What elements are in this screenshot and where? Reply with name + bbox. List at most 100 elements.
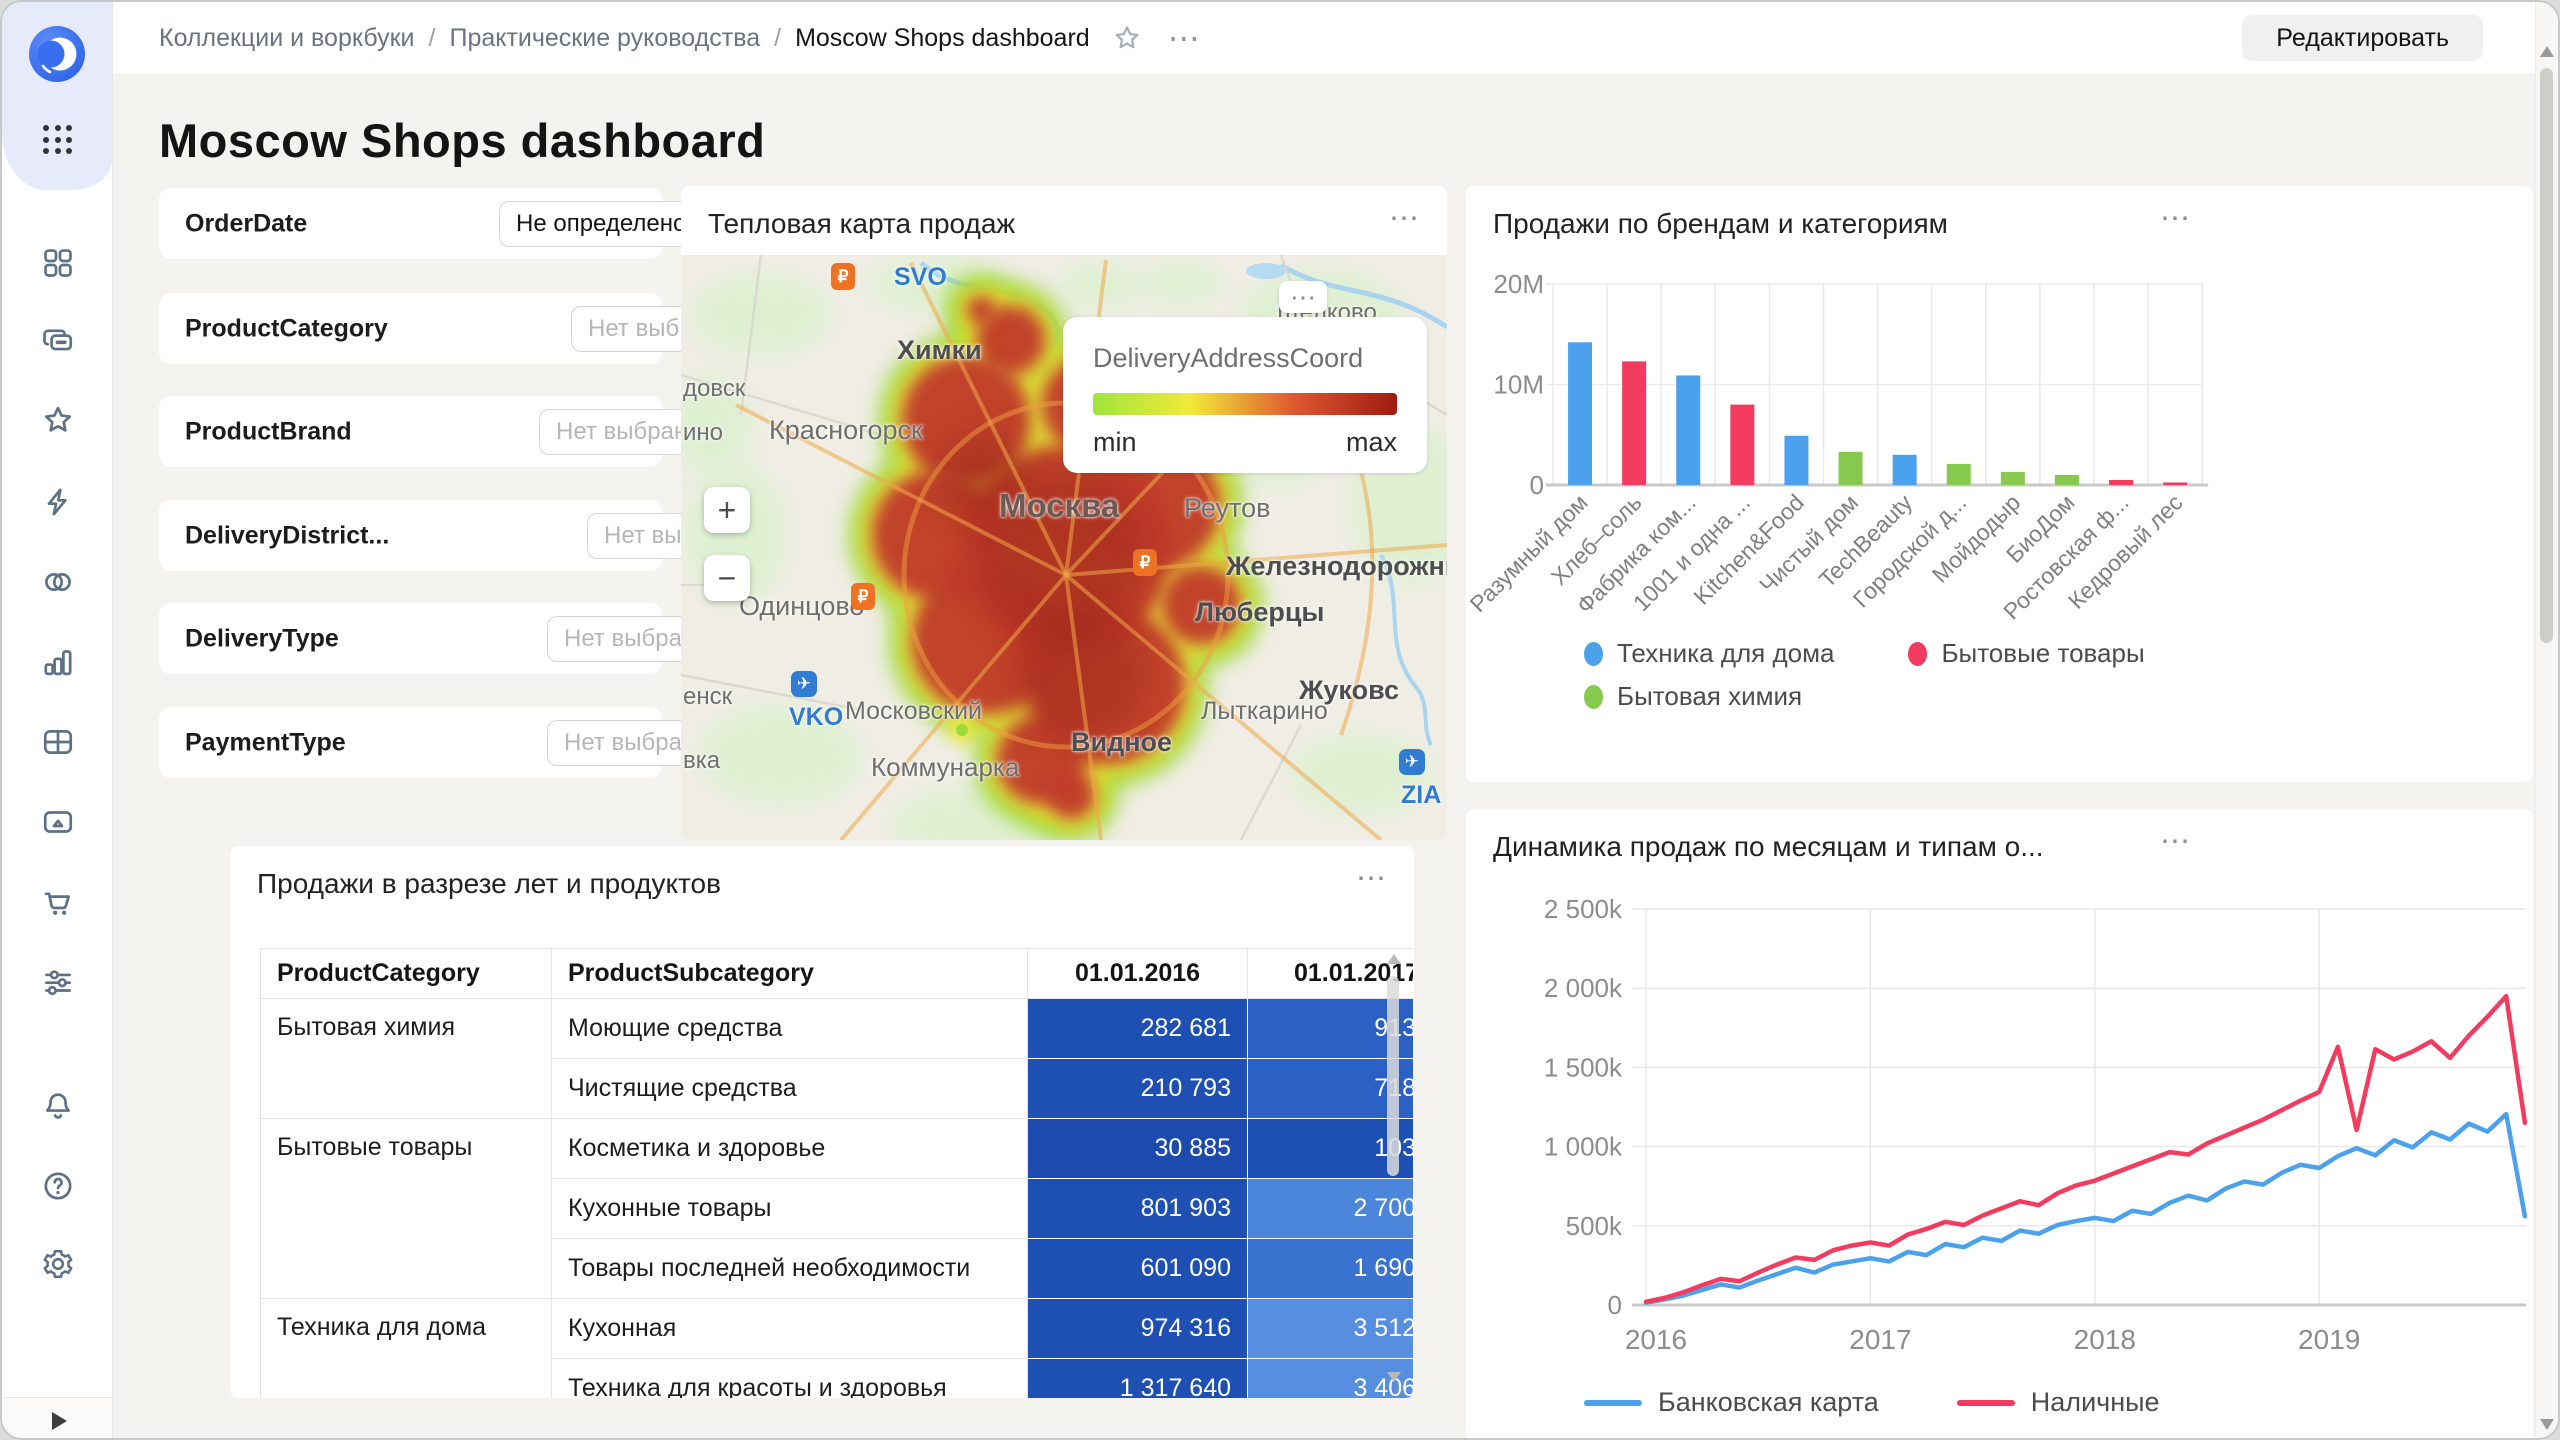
bar-2[interactable] xyxy=(1622,361,1646,485)
nav-charts-icon[interactable] xyxy=(40,644,76,680)
table-cell-2016: 30 885 xyxy=(1028,1119,1248,1179)
map-city-label: Видное xyxy=(1071,727,1172,758)
breadcrumb-item[interactable]: Moscow Shops dashboard xyxy=(795,24,1090,53)
bar-chart-menu-icon[interactable]: ⋯ xyxy=(2160,204,2192,234)
map-city-label: Одинцово xyxy=(739,591,864,622)
apps-grid-icon[interactable] xyxy=(41,123,75,157)
map-legend-menu-icon[interactable]: ⋯ xyxy=(1279,281,1327,313)
edit-button[interactable]: Редактировать xyxy=(2242,15,2483,61)
bar-11[interactable] xyxy=(2109,480,2133,485)
table-column-header: ProductSubcategory xyxy=(552,949,1028,999)
breadcrumb-item[interactable]: Практические руководства xyxy=(449,24,760,53)
page-scroll-up-icon[interactable] xyxy=(2540,46,2554,57)
table-cell-subcategory: Чистящие средства xyxy=(552,1059,1028,1119)
nav-services-sliders-icon[interactable] xyxy=(40,964,76,1000)
page-scrollbar-thumb[interactable] xyxy=(2540,68,2553,643)
expand-sidebar-icon[interactable] xyxy=(52,1412,67,1430)
datalens-logo[interactable] xyxy=(29,26,85,82)
bar-1[interactable] xyxy=(1568,342,1592,485)
bar-7[interactable] xyxy=(1893,455,1917,485)
bar-4[interactable] xyxy=(1730,405,1754,485)
help-icon[interactable] xyxy=(40,1168,76,1204)
svg-text:1 000k: 1 000k xyxy=(1544,1132,1623,1162)
page-scrollbar[interactable] xyxy=(2535,2,2558,1440)
table-row: Техника для домаКухонная974 3163 512 xyxy=(261,1299,1414,1359)
table-vertical-scrollbar[interactable] xyxy=(1384,950,1402,1386)
dashboard-content: Moscow Shops dashboard OrderDateНе опред… xyxy=(113,75,2558,1438)
line-chart-svg: 0500k1 000k1 500k2 000k2 500k20162017201… xyxy=(1466,809,2533,1440)
table-cell-subcategory: Кухонная xyxy=(552,1299,1028,1359)
legend-label: Наличные xyxy=(2031,1387,2160,1418)
table-cell-2016: 210 793 xyxy=(1028,1059,1248,1119)
legend-item[interactable]: Банковская карта xyxy=(1584,1387,1879,1418)
legend-item[interactable]: Наличные xyxy=(1957,1387,2160,1418)
legend-item[interactable]: Техника для дома xyxy=(1584,638,1834,669)
svg-text:2 500k: 2 500k xyxy=(1544,894,1623,924)
table-scrollbar-thumb[interactable] xyxy=(1387,976,1399,1176)
svg-text:0: 0 xyxy=(1608,1290,1622,1320)
table-scroll-up-icon[interactable] xyxy=(1387,954,1401,964)
page-scroll-down-icon[interactable] xyxy=(2540,1419,2554,1430)
nav-favorites-icon[interactable] xyxy=(40,402,76,438)
settings-gear-icon[interactable] xyxy=(40,1246,76,1282)
map-zoom-out-button[interactable]: − xyxy=(704,555,750,601)
svg-text:1 500k: 1 500k xyxy=(1544,1052,1623,1082)
filter-label: DeliveryType xyxy=(185,624,339,653)
bar-chart-title: Продажи по брендам и категориям xyxy=(1493,208,1948,240)
legend-label: Бытовые товары xyxy=(1941,638,2144,669)
table-cell-2016: 282 681 xyxy=(1028,999,1248,1059)
table-column-header: ProductCategory xyxy=(261,949,552,999)
line-chart-menu-icon[interactable]: ⋯ xyxy=(2160,827,2192,857)
map-city-label: Красногорск xyxy=(769,415,923,446)
bar-12[interactable] xyxy=(2163,482,2187,485)
bar-3[interactable] xyxy=(1676,375,1700,485)
table-cell-subcategory: Кухонные товары xyxy=(552,1179,1028,1239)
legend-label: Бытовая химия xyxy=(1617,681,1802,712)
sidebar xyxy=(2,2,113,1440)
table-row: Бытовая химияМоющие средства282 681913 xyxy=(261,999,1414,1059)
bar-10[interactable] xyxy=(2055,475,2079,485)
heatmap-menu-icon[interactable]: ⋯ xyxy=(1389,204,1421,234)
table-cell-subcategory: Моющие средства xyxy=(552,999,1028,1059)
ruble-poi-icon: ₽ xyxy=(1133,549,1157,576)
nav-collections-icon[interactable] xyxy=(40,324,76,360)
heatmap-map[interactable]: ⋯ DeliveryAddressCoord min max + − SVOХи… xyxy=(681,255,1447,840)
nav-connections-icon[interactable] xyxy=(40,564,76,600)
nav-datasets-icon[interactable] xyxy=(40,724,76,760)
svg-text:2 000k: 2 000k xyxy=(1544,973,1623,1003)
nav-marketplace-cart-icon[interactable] xyxy=(40,884,76,920)
filter-card-paymenttype: PaymentTypeНет выбран... xyxy=(159,707,662,778)
bar-5[interactable] xyxy=(1784,436,1808,485)
map-legend-gradient xyxy=(1093,393,1397,415)
table-wrapper: ProductCategoryProductSubcategory01.01.2… xyxy=(260,948,1413,1398)
heatmap-title: Тепловая карта продаж xyxy=(708,208,1015,240)
map-zoom-in-button[interactable]: + xyxy=(704,487,750,533)
svg-text:500k: 500k xyxy=(1566,1211,1623,1241)
nav-files-icon[interactable] xyxy=(40,804,76,840)
table-menu-icon[interactable]: ⋯ xyxy=(1356,864,1388,894)
table-card: Продажи в разрезе лет и продуктов ⋯ Prod… xyxy=(230,846,1414,1398)
airport-icon: ✈ xyxy=(791,671,817,697)
map-city-label: Люберцы xyxy=(1195,597,1325,628)
map-city-label: ZIA xyxy=(1401,781,1441,810)
line-series-card[interactable] xyxy=(1646,1114,2525,1302)
breadcrumb-more-icon[interactable]: ⋯ xyxy=(1168,33,1202,43)
sidebar-footer xyxy=(2,1397,112,1440)
map-city-label: Реутов xyxy=(1184,493,1270,524)
line-series-cash[interactable] xyxy=(1646,996,2525,1302)
svg-text:20M: 20M xyxy=(1493,269,1544,299)
legend-item[interactable]: Бытовая химия xyxy=(1584,681,1802,712)
bar-6[interactable] xyxy=(1839,452,1863,485)
bar-9[interactable] xyxy=(2001,472,2025,485)
table-cell-subcategory: Товары последней необходимости xyxy=(552,1239,1028,1299)
line-chart-title: Динамика продаж по месяцам и типам о... xyxy=(1493,831,2044,863)
svg-text:0: 0 xyxy=(1530,470,1544,500)
breadcrumb-item[interactable]: Коллекции и воркбуки xyxy=(159,24,415,53)
bar-8[interactable] xyxy=(1947,464,1971,485)
legend-item[interactable]: Бытовые товары xyxy=(1908,638,2144,669)
favorite-star-icon[interactable] xyxy=(1112,23,1142,53)
notifications-bell-icon[interactable] xyxy=(40,1088,76,1124)
nav-editor-lightning-icon[interactable] xyxy=(40,484,76,520)
nav-dashboards-icon[interactable] xyxy=(40,245,76,281)
table-scroll-down-icon[interactable] xyxy=(1387,1372,1401,1382)
